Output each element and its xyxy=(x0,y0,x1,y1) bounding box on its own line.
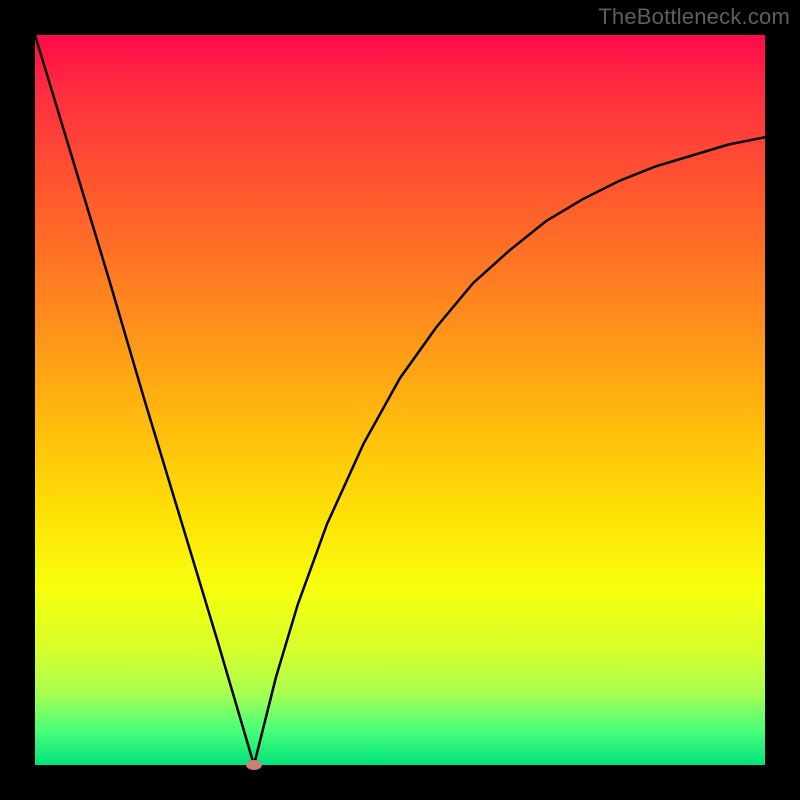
chart-frame: TheBottleneck.com xyxy=(0,0,800,800)
curve-path xyxy=(35,35,765,765)
watermark-text: TheBottleneck.com xyxy=(598,4,790,30)
min-marker xyxy=(246,760,262,770)
plot-area xyxy=(35,35,765,765)
curve-svg xyxy=(35,35,765,765)
